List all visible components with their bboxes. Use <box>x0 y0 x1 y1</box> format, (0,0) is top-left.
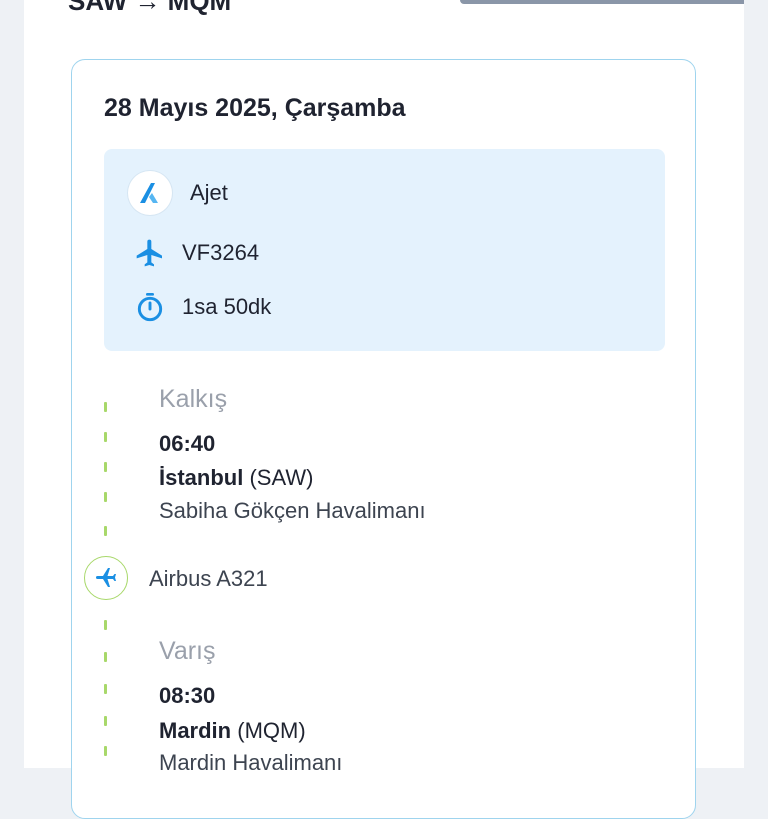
departure-code: (SAW) <box>249 465 314 490</box>
arrival-city-name: Mardin <box>159 718 232 743</box>
flight-duration: 1sa 50dk <box>182 294 272 319</box>
departure-time: 06:40 <box>159 431 216 456</box>
arrival-time: 08:30 <box>159 683 216 708</box>
airline-logo <box>128 171 172 215</box>
duration-row: 1sa 50dk <box>128 285 271 329</box>
arrival-code: (MQM) <box>237 718 306 743</box>
timeline-dot <box>104 620 107 630</box>
timeline-dot <box>104 402 107 412</box>
arrival-label: Varış <box>159 637 216 665</box>
airline-row: Ajet <box>128 171 228 215</box>
flight-number: VF3264 <box>182 240 260 265</box>
arrival-airport: Mardin Havalimanı <box>159 750 343 775</box>
arrival-city: Mardin (MQM) <box>159 718 306 744</box>
airline-name: Ajet <box>190 180 228 205</box>
timeline-dot <box>104 462 107 472</box>
flight-info-box: Ajet VF3264 1sa 50dk <box>104 149 665 351</box>
departure-label: Kalkış <box>159 385 228 413</box>
timeline-dot <box>104 684 107 694</box>
stopwatch-icon <box>128 285 172 329</box>
timeline-dot <box>104 432 107 442</box>
flight-card: 28 Mayıs 2025, Çarşamba Ajet VF3264 1sa … <box>71 59 696 819</box>
timeline-dot <box>104 652 107 662</box>
aircraft-badge <box>84 556 128 600</box>
ajet-logo-icon <box>140 183 158 203</box>
flight-number-row: VF3264 <box>128 231 259 275</box>
plane-icon <box>128 231 172 275</box>
departure-airport: Sabiha Gökçen Havalimanı <box>159 498 426 523</box>
flight-date: 28 Mayıs 2025, Çarşamba <box>104 94 406 122</box>
plane-right-icon <box>96 568 116 587</box>
timeline-dot <box>104 716 107 726</box>
timeline-dot <box>104 526 107 536</box>
aircraft-type: Airbus A321 <box>149 566 268 591</box>
top-bar-accent <box>460 0 744 4</box>
timeline-dot <box>104 492 107 502</box>
timeline-dot <box>104 746 107 756</box>
route-title: SAW → MQM <box>68 0 232 16</box>
departure-city: İstanbul (SAW) <box>159 465 313 491</box>
departure-city-name: İstanbul <box>159 465 244 490</box>
